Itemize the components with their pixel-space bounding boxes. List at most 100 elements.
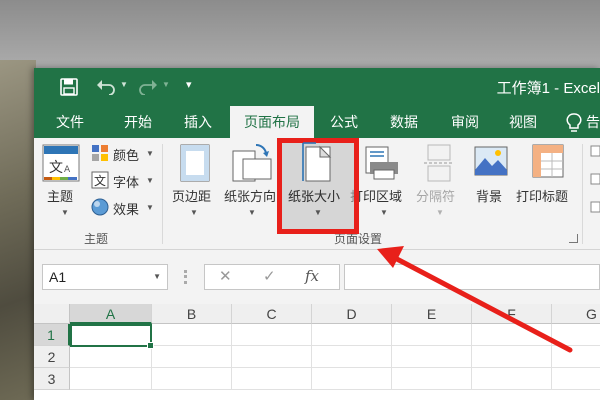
tell-me-cut-text: 告 [586,114,600,130]
scale-icon[interactable] [590,144,600,224]
column-header[interactable]: A [70,304,152,324]
size-label: 纸张大小 [288,189,341,204]
insert-function-button[interactable]: fx [305,267,319,285]
cell[interactable] [312,324,392,346]
title-bar: ▼ ▼ ▾ 工作簿1 - Excel [34,68,600,106]
font-icon: 文 [91,171,109,189]
cell[interactable] [472,368,552,390]
orientation-label: 纸张方向 [224,189,277,204]
page-setup-launcher-icon[interactable] [569,234,578,243]
themes-label: 主题 [47,189,74,204]
fonts-dropdown-icon: ▼ [146,176,154,185]
cell[interactable] [312,346,392,368]
undo-dropdown-icon[interactable]: ▼ [120,80,128,89]
background-image-icon [474,146,508,176]
cell[interactable] [472,324,552,346]
size-dropdown-icon: ▼ [314,208,322,217]
cell[interactable] [152,368,232,390]
grip-icon [184,270,187,284]
tab-formulas[interactable]: 公式 [320,106,368,138]
cell[interactable] [70,368,152,390]
enter-icon[interactable]: ✓ [263,267,276,285]
redo-dropdown-icon[interactable]: ▼ [162,80,170,89]
name-box[interactable]: A1 ▼ [42,264,168,290]
cell[interactable] [472,346,552,368]
cell[interactable] [152,324,232,346]
paper-size-icon [302,142,332,182]
svg-text:A: A [64,165,71,175]
print-titles-icon [532,144,564,178]
cell[interactable] [312,368,392,390]
print-titles-label: 打印标题 [516,189,569,204]
cell[interactable] [232,324,312,346]
redo-icon[interactable] [138,79,158,95]
cell[interactable] [392,346,472,368]
cell[interactable] [552,346,600,368]
column-header[interactable]: B [152,304,232,324]
themes-icon: 文 A [42,144,80,182]
group-separator [582,144,583,244]
formula-input[interactable] [344,264,600,290]
fonts-label: 字体 [113,175,140,190]
ribbon-tabs: 文件 开始 插入 页面布局 公式 数据 审阅 视图 告 [34,106,600,138]
colors-dropdown-icon: ▼ [146,149,154,158]
cell[interactable] [392,324,472,346]
tab-home[interactable]: 开始 [110,106,166,138]
orientation-dropdown-icon: ▼ [248,208,256,217]
lightbulb-icon[interactable] [566,113,582,133]
row-header[interactable]: 1 [34,324,70,346]
themes-dropdown-icon: ▼ [61,208,69,217]
effects-icon [91,198,109,216]
column-header[interactable]: D [312,304,392,324]
background-label: 背景 [476,189,503,204]
margins-icon [180,144,210,182]
svg-text:文: 文 [94,173,106,188]
row-header[interactable]: 2 [34,346,70,368]
print-area-dropdown-icon: ▼ [380,208,388,217]
print-area-icon [365,146,398,180]
cell[interactable] [232,368,312,390]
cell[interactable] [392,368,472,390]
column-header[interactable]: F [472,304,552,324]
row-header[interactable]: 3 [34,368,70,390]
tab-data[interactable]: 数据 [376,106,432,138]
column-header[interactable]: C [232,304,312,324]
formula-buttons: ✕ ✓ fx [204,264,340,290]
colors-label: 颜色 [113,148,140,163]
orientation-icon [232,143,272,182]
effects-label: 效果 [113,202,140,217]
breaks-label: 分隔符 [416,189,456,204]
margins-label: 页边距 [172,189,212,204]
name-box-dropdown-icon[interactable]: ▼ [153,265,161,289]
desktop-wallpaper-strip [0,60,36,400]
cell[interactable] [152,346,232,368]
effects-dropdown-icon: ▼ [146,203,154,212]
worksheet-grid[interactable]: A B C D E F G 1 2 3 [34,304,600,400]
tab-view[interactable]: 视图 [496,106,550,138]
tab-review[interactable]: 审阅 [438,106,492,138]
themes-group-label: 主题 [84,232,109,246]
cell[interactable] [70,346,152,368]
svg-text:文: 文 [49,160,63,176]
window-title: 工作簿1 - Excel [496,80,600,97]
active-cell[interactable] [70,324,154,349]
cell[interactable] [552,324,600,346]
select-all-corner[interactable] [34,304,70,324]
tab-file[interactable]: 文件 [44,106,96,138]
cell[interactable] [232,346,312,368]
cell[interactable] [552,368,600,390]
margins-dropdown-icon: ▼ [190,208,198,217]
excel-window: ▼ ▼ ▾ 工作簿1 - Excel 文件 开始 插入 页面布局 公式 数据 审… [34,68,600,400]
customize-qat-icon[interactable]: ▾ [186,78,192,91]
column-header[interactable]: E [392,304,472,324]
palette-icon [92,145,108,161]
tab-page-layout[interactable]: 页面布局 [230,106,314,138]
tab-insert[interactable]: 插入 [170,106,226,138]
save-icon[interactable] [60,78,78,96]
column-header[interactable]: G [552,304,600,324]
undo-icon[interactable] [96,79,116,95]
cancel-icon[interactable]: ✕ [219,267,232,285]
breaks-dropdown-icon: ▼ [436,208,444,217]
formula-bar: A1 ▼ ✕ ✓ fx [34,250,600,304]
group-separator [162,144,163,244]
